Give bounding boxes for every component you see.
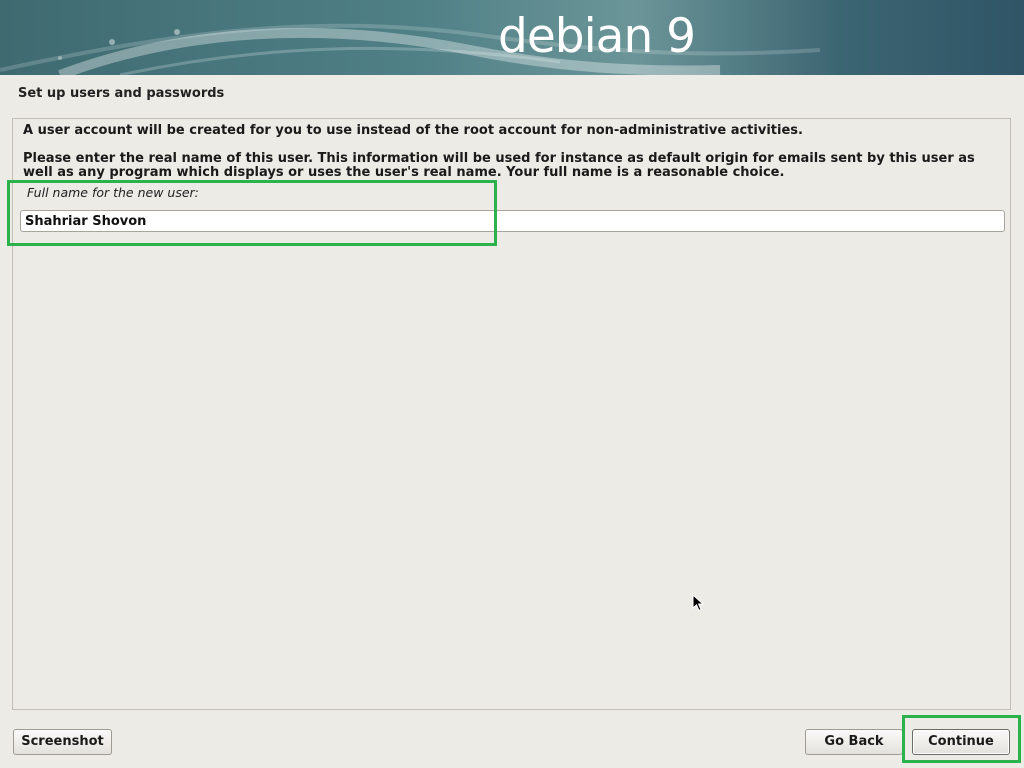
account-info-text: A user account will be created for you t… — [23, 123, 803, 138]
screenshot-button[interactable]: Screenshot — [13, 729, 112, 755]
mouse-pointer-icon — [692, 594, 704, 612]
continue-button[interactable]: Continue — [912, 729, 1010, 755]
debian-logo-text: debian 9 — [498, 9, 696, 64]
page-title: Set up users and passwords — [18, 86, 225, 101]
full-name-input[interactable] — [20, 210, 1005, 232]
content-panel: A user account will be created for you t… — [12, 118, 1011, 710]
full-name-label: Full name for the new user: — [27, 185, 199, 200]
header-banner: debian 9 — [0, 0, 1024, 75]
real-name-instructions: Please enter the real name of this user.… — [23, 151, 975, 180]
go-back-button[interactable]: Go Back — [805, 729, 903, 755]
